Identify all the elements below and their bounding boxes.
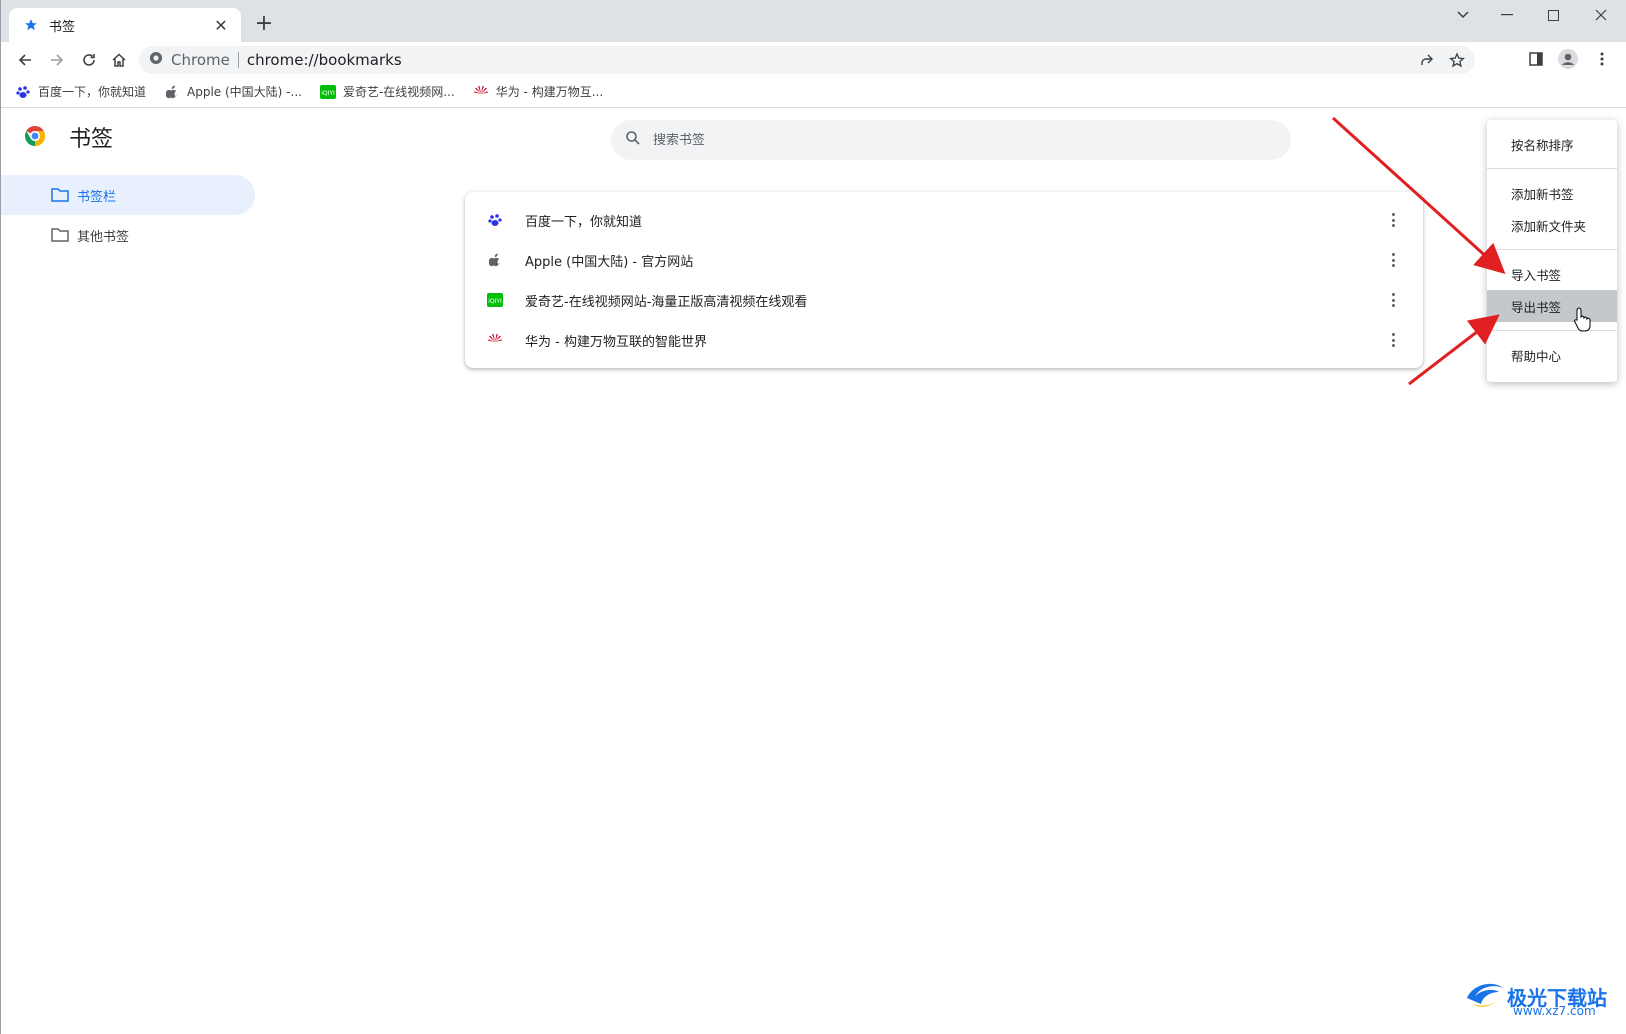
watermark-site: www.xz7.com — [1513, 1004, 1596, 1018]
page-title: 书签 — [69, 127, 114, 152]
chrome-logo-icon — [23, 124, 47, 148]
bookmark-row[interactable]: iQIYI 爱奇艺-在线视频网站-海量正版高清视频在线观看 — [465, 280, 1423, 320]
bookmark-row[interactable]: Apple (中国大陆) - 官方网站 — [465, 240, 1423, 280]
scheme-label: Chrome — [171, 51, 230, 69]
bookmark-list: 百度一下，你就知道 Apple (中国大陆) - 官方网站 iQIYI 爱奇艺-… — [465, 192, 1423, 368]
tab-strip: 书签 ✕ + — [1, 0, 1626, 42]
star-icon — [23, 17, 39, 33]
omnibox-separator — [237, 52, 239, 68]
bookmark-row[interactable]: 华为 - 构建万物互联的智能世界 — [465, 320, 1423, 360]
menu-item-add-folder[interactable]: 添加新文件夹 — [1487, 209, 1617, 241]
huawei-icon — [473, 84, 489, 100]
bookmarks-bar-item[interactable]: 百度一下，你就知道 — [15, 83, 146, 100]
menu-item-help-center[interactable]: 帮助中心 — [1487, 339, 1617, 371]
chrome-icon — [149, 51, 163, 69]
reload-button[interactable] — [75, 46, 103, 74]
menu-separator — [1487, 168, 1617, 169]
iqiyi-icon: iQIYI — [487, 292, 503, 308]
close-window-button[interactable] — [1579, 0, 1623, 30]
folder-icon — [51, 187, 69, 203]
baidu-icon — [15, 84, 31, 100]
bookmark-star-icon[interactable] — [1449, 52, 1465, 72]
bookmarks-bar-label: 华为 - 构建万物互... — [495, 85, 604, 99]
side-panel-icon[interactable] — [1525, 48, 1547, 70]
bookmarks-bar-label: 爱奇艺-在线视频网... — [342, 85, 455, 99]
more-actions-icon[interactable] — [1385, 212, 1401, 228]
search-box[interactable] — [611, 120, 1291, 160]
sidebar-item-bookmarks-bar[interactable]: 书签栏 — [1, 175, 255, 215]
bookmarks-bar-label: Apple (中国大陆) -... — [187, 85, 302, 99]
bookmarks-bar-label: 百度一下，你就知道 — [38, 85, 147, 99]
browser-window: 书签 ✕ + Chrome chrome://bookmarks 百度一下，你就… — [0, 0, 1626, 1034]
close-tab-icon[interactable]: ✕ — [211, 16, 231, 35]
sidebar-item-label: 书签栏 — [77, 189, 117, 205]
search-icon — [625, 130, 641, 150]
bookmark-row[interactable]: 百度一下，你就知道 — [465, 200, 1423, 240]
huawei-icon — [487, 332, 503, 348]
baidu-icon — [487, 212, 503, 228]
svg-text:iQIYI: iQIYI — [488, 298, 502, 305]
bookmarks-bar: 百度一下，你就知道 Apple (中国大陆) -... iQIYI 爱奇艺-在线… — [1, 76, 1626, 108]
more-actions-icon[interactable] — [1385, 292, 1401, 308]
sidebar-item-label: 其他书签 — [77, 229, 130, 245]
apple-icon — [164, 84, 180, 100]
menu-separator — [1487, 249, 1617, 250]
menu-kebab-icon[interactable] — [1591, 48, 1613, 70]
tab-search-icon[interactable] — [1441, 0, 1485, 30]
back-button[interactable] — [11, 46, 39, 74]
bookmark-title: 华为 - 构建万物互联的智能世界 — [525, 334, 707, 350]
menu-item-import-bookmarks[interactable]: 导入书签 — [1487, 258, 1617, 290]
bookmarks-bar-item[interactable]: Apple (中国大陆) -... — [164, 83, 302, 100]
watermark-logo-icon — [1463, 978, 1507, 1014]
minimize-button[interactable] — [1485, 0, 1529, 30]
organize-menu: 按名称排序 添加新书签 添加新文件夹 导入书签 导出书签 帮助中心 — [1487, 120, 1617, 382]
iqiyi-icon: iQIYI — [319, 84, 336, 100]
address-bar[interactable]: Chrome chrome://bookmarks — [139, 46, 1475, 74]
menu-item-export-bookmarks[interactable]: 导出书签 — [1487, 290, 1617, 322]
search-input[interactable] — [653, 132, 1253, 148]
share-icon[interactable] — [1419, 52, 1435, 72]
bookmark-title: Apple (中国大陆) - 官方网站 — [525, 254, 694, 270]
url-text: chrome://bookmarks — [246, 51, 402, 69]
menu-item-sort-by-name[interactable]: 按名称排序 — [1487, 128, 1617, 160]
profile-avatar-icon[interactable] — [1557, 48, 1579, 70]
bookmark-title: 百度一下，你就知道 — [525, 214, 643, 230]
home-button[interactable] — [105, 46, 133, 74]
tab-bookmarks[interactable]: 书签 ✕ — [9, 8, 241, 42]
sidebar-item-other-bookmarks[interactable]: 其他书签 — [1, 215, 255, 255]
menu-separator — [1487, 330, 1617, 331]
folder-icon — [51, 227, 69, 243]
svg-text:iQIYI: iQIYI — [321, 90, 335, 97]
bookmarks-bar-item[interactable]: 华为 - 构建万物互... — [473, 83, 603, 100]
bookmarks-bar-item[interactable]: iQIYI 爱奇艺-在线视频网... — [319, 83, 455, 100]
apple-icon — [487, 252, 503, 268]
menu-item-add-bookmark[interactable]: 添加新书签 — [1487, 177, 1617, 209]
more-actions-icon[interactable] — [1385, 252, 1401, 268]
more-actions-icon[interactable] — [1385, 332, 1401, 348]
maximize-button[interactable] — [1531, 0, 1575, 30]
toolbar: Chrome chrome://bookmarks — [1, 42, 1626, 76]
bookmark-title: 爱奇艺-在线视频网站-海量正版高清视频在线观看 — [525, 294, 808, 310]
tab-title: 书签 — [49, 19, 76, 35]
new-tab-button[interactable]: + — [251, 12, 277, 38]
forward-button[interactable] — [43, 46, 71, 74]
